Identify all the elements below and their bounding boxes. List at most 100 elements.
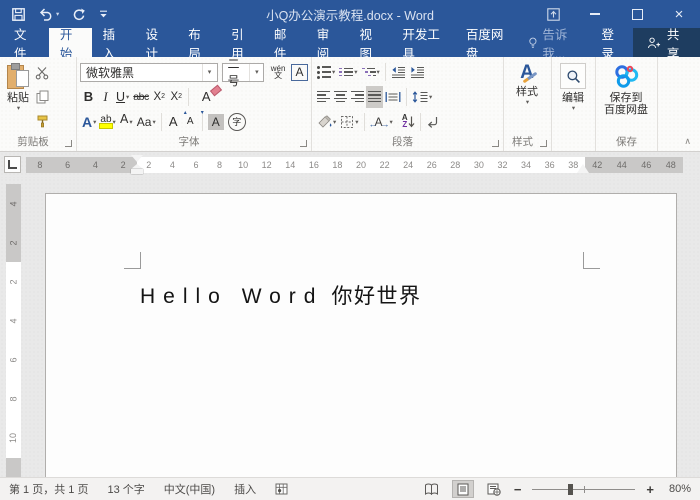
change-case-button[interactable]: Aa — [135, 111, 158, 133]
document-text: Hello Word 你好世界 — [140, 280, 421, 310]
bold-button[interactable]: B — [80, 86, 97, 108]
print-layout-button[interactable] — [451, 480, 474, 498]
tab-developer[interactable]: 开发工具 — [391, 28, 455, 61]
underline-dropdown-arrow[interactable] — [126, 93, 129, 101]
collapse-ribbon-button[interactable] — [684, 136, 691, 147]
font-size-select[interactable]: 二号 — [221, 57, 265, 88]
macro-recording-button[interactable] — [275, 483, 288, 495]
phonetic-guide-button[interactable]: wén 文 — [269, 61, 287, 83]
format-painter-icon — [37, 115, 47, 127]
save-button[interactable] — [12, 7, 25, 21]
cut-button[interactable] — [33, 62, 51, 84]
zoom-level[interactable]: 80% — [663, 483, 691, 495]
zoom-slider-handle[interactable] — [568, 484, 574, 495]
character-shading-button[interactable]: A — [206, 111, 226, 133]
document-page[interactable]: Hello Word 你好世界 — [45, 193, 677, 478]
grow-font-button[interactable]: A — [165, 111, 182, 133]
zoom-in-button[interactable]: + — [646, 482, 654, 497]
sort-button[interactable]: AZ — [400, 111, 417, 133]
paragraph-mark-icon — [427, 116, 437, 128]
language-status[interactable]: 中文(中国) — [164, 481, 215, 497]
font-name-value: 微软雅黑 — [86, 65, 135, 80]
separator — [384, 63, 386, 81]
insert-mode-status[interactable]: 插入 — [234, 481, 256, 497]
font-size-dropdown-arrow[interactable] — [249, 63, 263, 81]
asian-layout-button[interactable]: ← A → — [369, 111, 395, 133]
increase-indent-button[interactable] — [408, 61, 427, 83]
clear-formatting-button[interactable]: A — [198, 84, 222, 108]
share-button[interactable]: 共享 — [633, 28, 700, 61]
font-name-dropdown-arrow[interactable] — [201, 63, 217, 81]
ruler-number: 42 — [592, 160, 603, 170]
tab-home[interactable]: 开始 — [48, 28, 92, 61]
zoom-out-button[interactable]: − — [514, 482, 522, 497]
italic-button[interactable]: I — [97, 86, 114, 108]
bullets-button[interactable] — [315, 61, 337, 83]
decrease-indent-button[interactable] — [389, 61, 408, 83]
enclose-characters-button[interactable]: 字 — [226, 111, 248, 133]
font-group-label: 字体 — [178, 136, 200, 148]
font-color-button[interactable]: A — [118, 111, 135, 133]
line-spacing-button[interactable] — [410, 86, 434, 108]
tab-layout[interactable]: 布局 — [177, 28, 220, 61]
text-highlight-color-button[interactable]: ab — [98, 111, 117, 133]
ruler-number: 46 — [641, 160, 652, 170]
ribbon-tab-bar: 文件 开始 插入 设计 布局 引用 邮件 审阅 视图 开发工具 百度网盘 告诉我… — [0, 28, 700, 61]
save-to-baidu-button[interactable]: 保存到 百度网盘 — [599, 60, 653, 116]
multilevel-list-button[interactable] — [360, 61, 382, 83]
ruler-number: 6 — [193, 160, 199, 170]
vertical-ruler[interactable]: 4 2 2 4 6 8 10 — [6, 184, 21, 478]
numbering-button[interactable] — [337, 61, 359, 83]
read-mode-icon — [425, 483, 439, 495]
show-hide-marks-button[interactable] — [424, 111, 441, 133]
styles-button[interactable]: A 样式 — [507, 60, 547, 106]
undo-dropdown-arrow[interactable] — [56, 10, 59, 18]
align-left-button[interactable] — [315, 86, 332, 108]
superscript-button[interactable]: X2 — [168, 86, 185, 108]
font-dialog-launcher[interactable] — [300, 140, 307, 147]
editing-button[interactable]: 编辑 — [555, 60, 591, 112]
paste-button[interactable]: 粘贴 — [3, 60, 33, 132]
tab-review[interactable]: 审阅 — [306, 28, 349, 61]
sign-in-button[interactable]: 登录 — [591, 28, 634, 61]
tab-design[interactable]: 设计 — [134, 28, 177, 61]
tab-file[interactable]: 文件 — [0, 28, 49, 61]
shrink-font-button[interactable]: A — [182, 111, 199, 133]
redo-button[interactable] — [72, 8, 86, 21]
tab-baidu-netdisk[interactable]: 百度网盘 — [455, 28, 519, 61]
format-painter-button[interactable] — [33, 110, 51, 132]
styles-dialog-launcher[interactable] — [540, 140, 547, 147]
zoom-slider[interactable] — [532, 482, 636, 496]
strikethrough-button[interactable]: abc — [131, 86, 150, 108]
tab-selector-button[interactable] — [4, 156, 21, 173]
undo-button[interactable] — [38, 7, 59, 21]
font-name-select[interactable]: 微软雅黑 — [80, 62, 218, 82]
web-layout-button[interactable] — [483, 480, 505, 498]
shading-button[interactable] — [315, 111, 338, 133]
copy-button[interactable] — [33, 86, 51, 108]
page-number-status[interactable]: 第 1 页，共 1 页 — [9, 481, 88, 497]
tab-references[interactable]: 引用 — [220, 28, 263, 61]
align-right-button[interactable] — [349, 86, 366, 108]
subscript-button[interactable]: X2 — [151, 86, 168, 108]
tab-mailings[interactable]: 邮件 — [263, 28, 306, 61]
styles-icon: A — [520, 63, 538, 84]
tab-insert[interactable]: 插入 — [92, 28, 135, 61]
tab-view[interactable]: 视图 — [349, 28, 392, 61]
word-count-status[interactable]: 13 个字 — [107, 481, 144, 497]
character-border-button[interactable]: A — [291, 63, 309, 81]
align-center-button[interactable] — [332, 86, 349, 108]
tell-me-button[interactable]: 告诉我... — [519, 28, 591, 61]
document-area: 4 2 2 4 6 8 10 Hello Word 你好世界 — [0, 178, 700, 478]
clipboard-dialog-launcher[interactable] — [65, 140, 72, 147]
borders-button[interactable] — [338, 111, 360, 133]
underline-button[interactable]: U — [114, 86, 131, 108]
baidu-netdisk-icon — [615, 65, 639, 88]
text-effects-button[interactable]: A — [80, 111, 98, 133]
paragraph-dialog-launcher[interactable] — [492, 140, 499, 147]
read-mode-button[interactable] — [421, 480, 443, 498]
distributed-button[interactable] — [383, 86, 403, 108]
justify-button[interactable] — [366, 85, 383, 108]
left-indent-marker[interactable] — [131, 169, 143, 174]
customize-quick-access-button[interactable] — [99, 10, 108, 19]
